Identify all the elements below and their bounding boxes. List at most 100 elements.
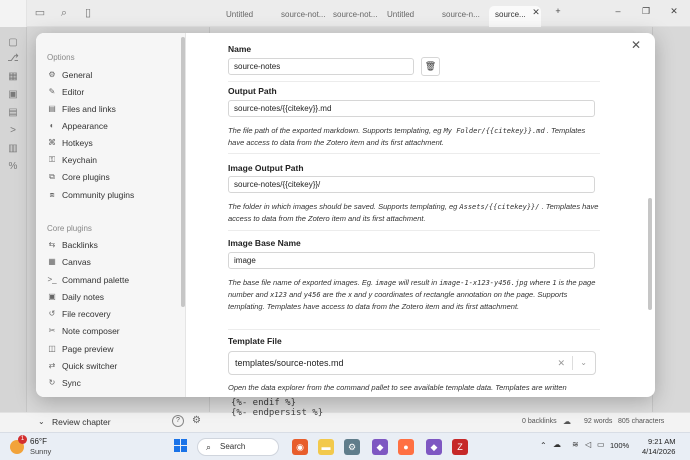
tab[interactable]: source-not... bbox=[327, 6, 381, 27]
nav-label: Note composer bbox=[62, 326, 120, 336]
tab[interactable]: Untitled bbox=[220, 6, 274, 27]
nav-item-command-palette[interactable]: >_ Command palette bbox=[47, 273, 129, 287]
template-file-value: templates/source-notes.md bbox=[235, 358, 344, 368]
clock-date[interactable]: 4/14/2026 bbox=[642, 447, 675, 456]
help-icon[interactable]: ? bbox=[172, 415, 184, 427]
search-label: Search bbox=[220, 442, 246, 451]
desc-text: where bbox=[529, 278, 551, 287]
tab[interactable]: source-n... bbox=[436, 6, 490, 27]
folder-icon: ▤ bbox=[48, 104, 56, 113]
new-tab-icon[interactable]: + bbox=[551, 6, 565, 16]
image-base-input[interactable]: image bbox=[228, 252, 595, 269]
settings-nav: Options ⚙ General ✎ Editor ▤ Files and link… bbox=[36, 33, 186, 397]
nav-item-canvas[interactable]: ▦ Canvas bbox=[47, 255, 91, 269]
nav-item-general[interactable]: ⚙ General bbox=[47, 68, 92, 82]
desc-code: Assets/{{citekey}}/ bbox=[459, 203, 540, 211]
sync-icon[interactable]: ☁ bbox=[563, 417, 571, 426]
output-path-input[interactable]: source-notes/{{citekey}}.md bbox=[228, 100, 595, 117]
nav-item-daily-notes[interactable]: ▣ Daily notes bbox=[47, 290, 104, 304]
nav-item-page-preview[interactable]: ◫ Page preview bbox=[47, 342, 114, 356]
trash-icon[interactable]: 🗑 bbox=[421, 57, 440, 76]
chevron-up-icon[interactable]: ⌃ bbox=[540, 441, 547, 450]
image-output-title: Image Output Path bbox=[228, 163, 304, 173]
template-file-select[interactable]: templates/source-notes.md ✕ ⌄ bbox=[228, 351, 596, 375]
sidebar-footer-label[interactable]: Review chapter bbox=[52, 417, 111, 427]
restore-icon[interactable]: ❐ bbox=[639, 6, 653, 17]
search-icon[interactable]: ⌕ bbox=[57, 6, 71, 20]
nav-label: Backlinks bbox=[62, 240, 98, 250]
output-path-description: The file path of the exported markdown. … bbox=[228, 125, 600, 148]
windows-start-icon[interactable] bbox=[174, 439, 188, 453]
terminal-icon: >_ bbox=[47, 275, 57, 284]
nav-item-core-plugins[interactable]: ⧉ Core plugins bbox=[47, 170, 110, 184]
nav-item-quick-switcher[interactable]: ⇄ Quick switcher bbox=[47, 359, 118, 373]
nav-label: Daily notes bbox=[62, 292, 105, 302]
backlinks-count[interactable]: 0 backlinks bbox=[522, 418, 557, 425]
chevron-down-icon[interactable]: ⌄ bbox=[580, 352, 587, 374]
wifi-icon[interactable]: ≋ bbox=[572, 440, 579, 449]
file-explorer-icon[interactable]: ▬ bbox=[318, 439, 334, 455]
nav-item-keychain[interactable]: ⚿ Keychain bbox=[47, 153, 97, 167]
nav-label: Appearance bbox=[62, 121, 108, 131]
desc-code: image bbox=[375, 279, 397, 287]
word-count: 92 words bbox=[584, 418, 613, 425]
zotero-icon[interactable]: Z bbox=[452, 439, 468, 455]
settings-gear-icon[interactable]: ⚙ bbox=[192, 415, 201, 426]
char-count: 805 characters bbox=[618, 418, 665, 425]
nav-item-files-and-links[interactable]: ▤ Files and links bbox=[47, 102, 116, 116]
nav-item-file-recovery[interactable]: ↺ File recovery bbox=[47, 307, 111, 321]
name-title: Name bbox=[228, 44, 252, 54]
nav-label: Canvas bbox=[62, 257, 91, 267]
clock-time[interactable]: 9:21 AM bbox=[648, 437, 676, 446]
obsidian-icon[interactable]: ◆ bbox=[372, 439, 388, 455]
nav-label: Page preview bbox=[62, 344, 114, 354]
tab-close-icon[interactable]: ✕ bbox=[529, 7, 543, 18]
firefox-icon[interactable]: ● bbox=[398, 439, 414, 455]
app-icon[interactable]: ◉ bbox=[292, 439, 308, 455]
battery-percent: 100% bbox=[610, 441, 630, 450]
nav-label: General bbox=[62, 70, 93, 80]
desc-text: will result in bbox=[398, 278, 438, 287]
select-divider bbox=[572, 356, 573, 370]
nav-item-editor[interactable]: ✎ Editor bbox=[47, 85, 85, 99]
switch-icon: ⇄ bbox=[48, 361, 56, 370]
nav-item-sync[interactable]: ↻ Sync bbox=[47, 376, 81, 390]
weather-text[interactable]: Sunny bbox=[30, 447, 51, 456]
pencil-icon: ✎ bbox=[48, 87, 56, 96]
nav-item-community-plugins[interactable]: ⧈ Community plugins bbox=[47, 188, 134, 202]
obsidian-icon[interactable]: ◆ bbox=[426, 439, 442, 455]
weather-temp[interactable]: 66°F bbox=[30, 437, 47, 446]
desc-code: y456 bbox=[303, 291, 321, 299]
tab[interactable]: Untitled bbox=[381, 6, 435, 27]
keyboard-icon: ⌘ bbox=[48, 138, 56, 147]
name-input[interactable]: source-notes bbox=[228, 58, 414, 75]
settings-icon[interactable]: ⚙ bbox=[344, 439, 360, 455]
key-icon: ⚿ bbox=[48, 155, 56, 164]
clear-icon[interactable]: ✕ bbox=[557, 352, 565, 374]
battery-icon[interactable]: ▭ bbox=[597, 440, 605, 449]
taskbar-search[interactable]: ⌕ Search bbox=[197, 438, 279, 456]
cloud-icon[interactable]: ☁ bbox=[553, 440, 561, 449]
close-icon[interactable]: ✕ bbox=[631, 38, 641, 52]
nav-label: Keychain bbox=[62, 155, 97, 165]
palette-icon: ◐ bbox=[49, 121, 55, 130]
bookmark-icon[interactable]: ▯ bbox=[81, 6, 95, 20]
chevron-icon[interactable]: ⌄ bbox=[38, 417, 45, 426]
tab[interactable]: source-not... bbox=[275, 6, 329, 27]
nav-label: Editor bbox=[62, 87, 85, 97]
folder-icon[interactable]: ▭ bbox=[33, 6, 47, 20]
nav-item-note-composer[interactable]: ✂ Note composer bbox=[47, 324, 120, 338]
nav-item-backlinks[interactable]: ⇆ Backlinks bbox=[47, 238, 98, 252]
nav-item-appearance[interactable]: ◐ Appearance bbox=[47, 119, 108, 133]
minimize-icon[interactable]: – bbox=[611, 6, 625, 16]
nav-scrollbar[interactable] bbox=[181, 37, 185, 307]
window-close-icon[interactable]: ✕ bbox=[667, 6, 681, 17]
image-output-input[interactable]: source-notes/{{citekey}}/ bbox=[228, 176, 595, 193]
content-scrollbar[interactable] bbox=[648, 198, 652, 310]
nav-item-hotkeys[interactable]: ⌘ Hotkeys bbox=[47, 136, 93, 150]
template-file-description: Open the data explorer from the command … bbox=[228, 383, 567, 392]
puzzle-icon: ⧈ bbox=[49, 190, 55, 199]
nav-label: Files and links bbox=[62, 104, 116, 114]
desc-code: My Folder/{{citekey}}.md bbox=[443, 127, 545, 135]
volume-icon[interactable]: ◁ bbox=[585, 440, 591, 449]
